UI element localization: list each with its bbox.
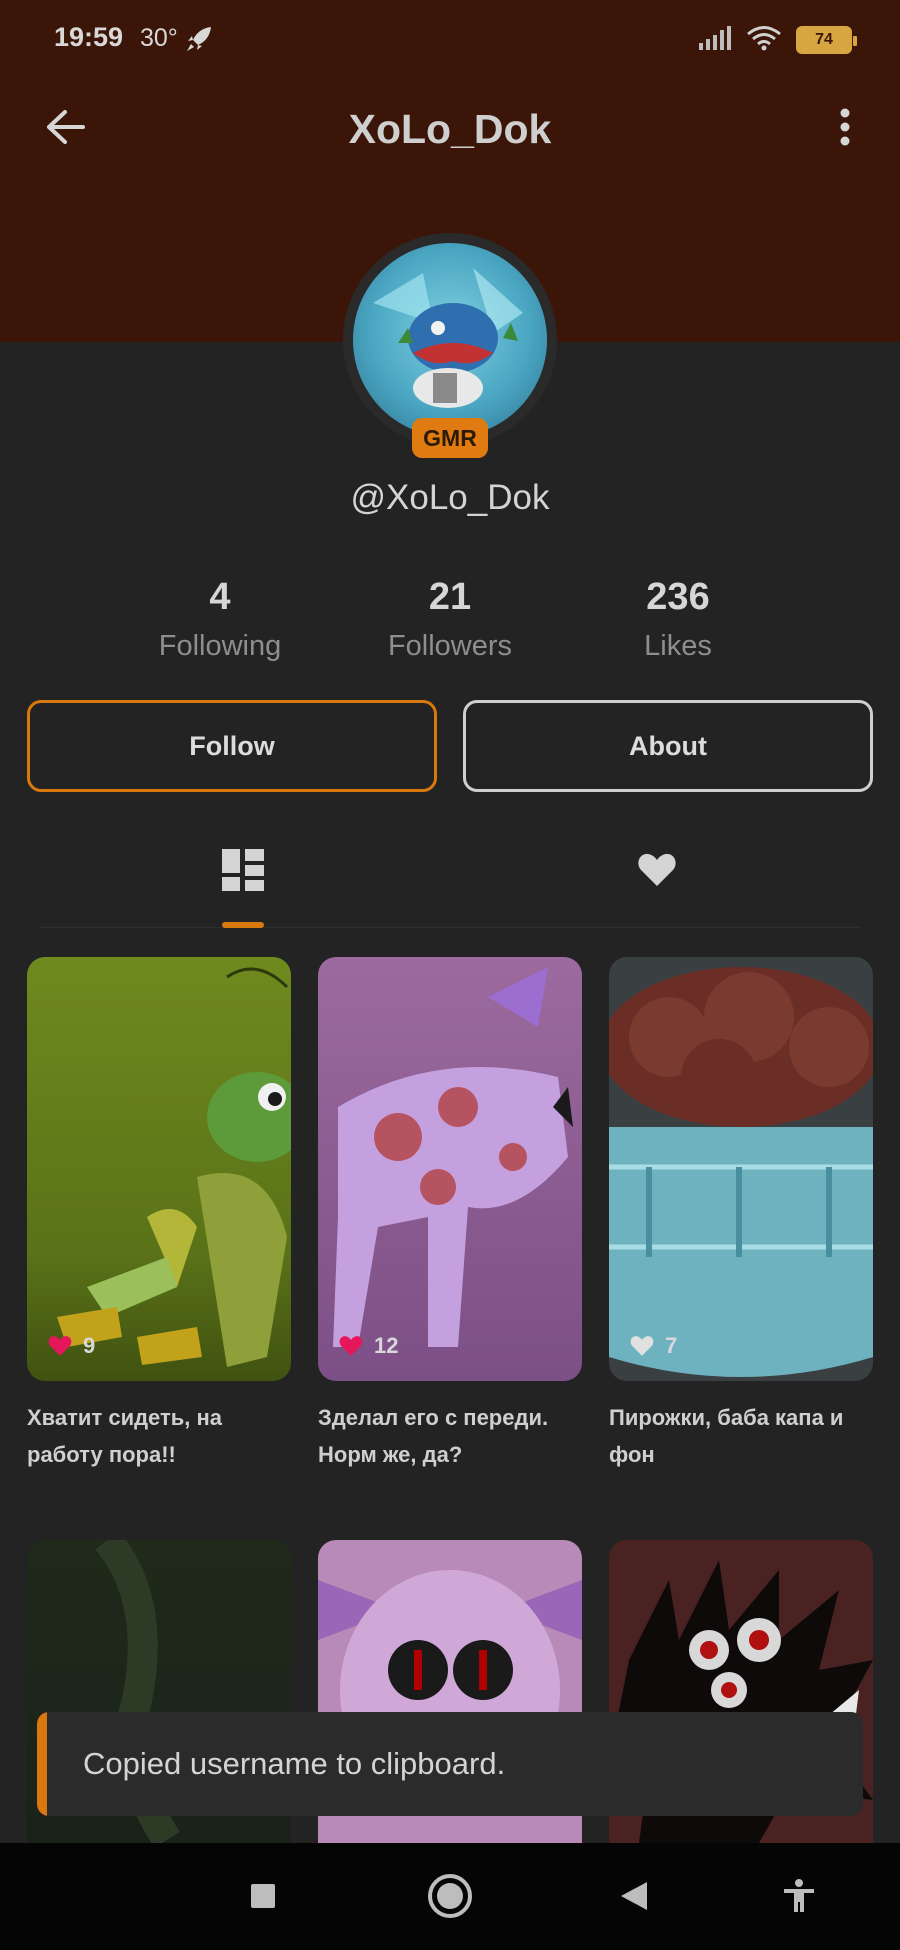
status-time: 19:59 — [54, 22, 124, 52]
post-likes: 7 — [629, 1333, 677, 1359]
followers-label: Followers — [387, 630, 513, 662]
tab-indicator — [222, 922, 264, 928]
wifi-icon — [746, 24, 782, 57]
post-likes: 12 — [338, 1333, 398, 1359]
followers-count: 21 — [428, 576, 472, 618]
clipboard-toast: Copied username to clipboard. — [37, 1712, 863, 1816]
status-temperature: 30° — [140, 24, 178, 52]
square-icon — [251, 1884, 275, 1908]
toast-message: Copied username to clipboard. — [83, 1746, 506, 1781]
back-triangle-icon — [621, 1882, 647, 1910]
accessibility-button[interactable] — [772, 1869, 826, 1923]
tab-divider — [40, 927, 860, 928]
post-card[interactable]: 9 — [27, 957, 291, 1381]
post-caption[interactable]: Пирожки, баба капа и фон — [609, 1399, 875, 1473]
home-button[interactable] — [423, 1869, 477, 1923]
system-nav-bar — [0, 1843, 900, 1950]
accessibility-icon — [784, 1879, 814, 1912]
more-options-button[interactable] — [818, 100, 872, 154]
follow-button[interactable]: Follow — [27, 700, 437, 792]
tab-liked[interactable] — [627, 840, 687, 900]
post-like-count: 12 — [374, 1333, 399, 1358]
likes-count: 236 — [646, 576, 710, 618]
rocket-icon — [184, 24, 214, 59]
username-handle[interactable]: @XoLo_Dok — [0, 478, 900, 518]
stat-following[interactable]: 4 Following — [120, 572, 320, 663]
heart-icon — [638, 853, 676, 886]
recents-button[interactable] — [236, 1869, 290, 1923]
avatar[interactable] — [343, 233, 557, 447]
status-bar: 19:59 30° 74 — [0, 0, 900, 80]
likes-label: Likes — [644, 630, 712, 662]
back-arrow-icon — [47, 110, 85, 144]
heart-icon — [339, 1336, 363, 1356]
post-like-count: 7 — [665, 1333, 678, 1358]
post-card[interactable]: 12 — [318, 957, 582, 1381]
back-nav-button[interactable] — [607, 1869, 661, 1923]
gmr-badge: GMR — [412, 418, 488, 458]
stat-followers[interactable]: 21 Followers — [350, 572, 550, 663]
home-circle-icon — [428, 1874, 472, 1918]
heart-outline-icon — [630, 1336, 654, 1356]
avatar-image — [353, 243, 547, 437]
tab-posts[interactable] — [213, 840, 273, 900]
post-caption[interactable]: Зделал его с переди. Норм же, да? — [318, 1399, 584, 1473]
heart-icon — [48, 1336, 72, 1356]
post-likes: 9 — [47, 1333, 95, 1359]
following-count: 4 — [209, 576, 231, 618]
following-label: Following — [158, 630, 282, 662]
signal-icon — [698, 25, 732, 56]
post-caption[interactable]: Хватит сидеть, на работу пора!! — [27, 1399, 293, 1473]
battery-icon: 74 — [796, 26, 857, 54]
back-button[interactable] — [38, 100, 92, 154]
toast-accent-bar — [37, 1712, 47, 1816]
more-vertical-icon — [840, 108, 850, 146]
post-card[interactable]: 7 — [609, 957, 873, 1381]
about-button[interactable]: About — [463, 700, 873, 792]
grid-icon — [222, 849, 264, 891]
post-like-count: 9 — [83, 1333, 96, 1358]
stat-likes: 236 Likes — [578, 572, 778, 663]
